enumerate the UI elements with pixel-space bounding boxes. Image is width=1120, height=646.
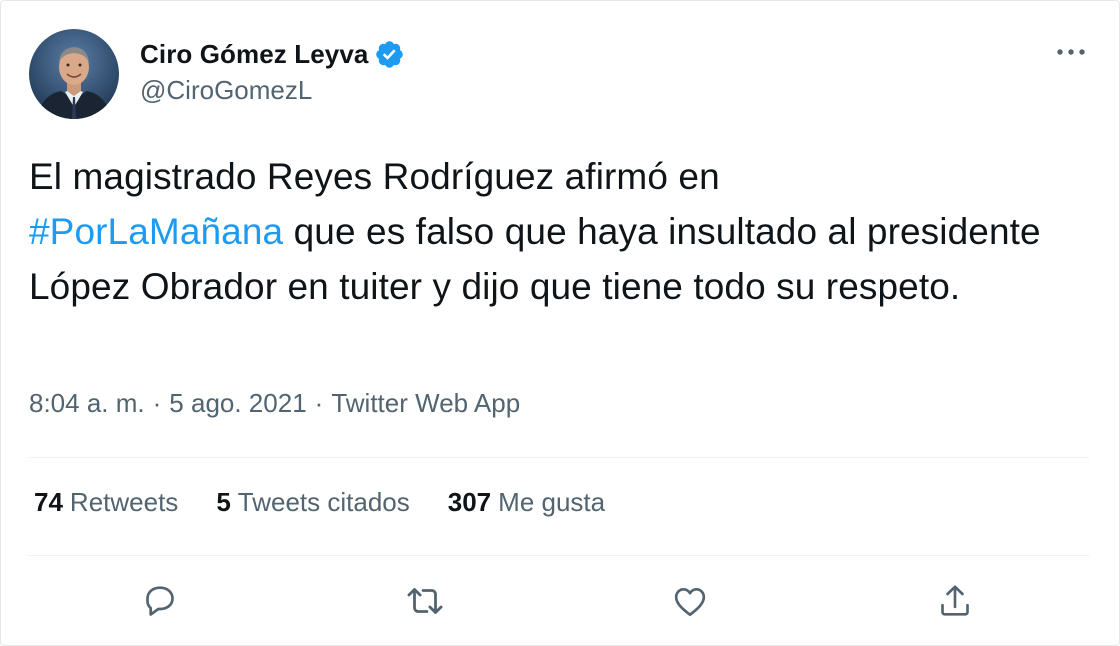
- tweet-time[interactable]: 8:04 a. m.: [29, 388, 145, 419]
- quotes-count: 5: [216, 487, 231, 517]
- display-name[interactable]: Ciro Gómez Leyva: [140, 39, 368, 70]
- verified-badge-icon: [374, 39, 405, 70]
- likes-count: 307: [447, 487, 492, 517]
- retweets-stat[interactable]: 74 Retweets: [34, 487, 178, 518]
- separator: ·: [152, 388, 162, 418]
- retweets-count: 74: [34, 487, 63, 517]
- separator: ·: [314, 388, 324, 418]
- tweet-text: El magistrado Reyes Rodríguez afirmó en #…: [29, 149, 1069, 314]
- tweet-text-part: El magistrado Reyes Rodríguez afirmó en: [29, 156, 720, 197]
- more-options-icon[interactable]: [1053, 37, 1089, 67]
- divider: [29, 555, 1089, 556]
- share-icon[interactable]: [930, 576, 980, 626]
- likes-stat[interactable]: 307 Me gusta: [448, 487, 605, 518]
- engagement-stats: 74 Retweets 5 Tweets citados 307 Me gust…: [34, 487, 643, 518]
- retweets-label: Retweets: [69, 487, 179, 517]
- tweet-metadata: 8:04 a. m. · 5 ago. 2021 · Twitter Web A…: [29, 388, 520, 419]
- action-bar: [1, 576, 1120, 626]
- tweet-date[interactable]: 5 ago. 2021: [169, 388, 306, 419]
- author-name-row[interactable]: Ciro Gómez Leyva: [140, 37, 405, 71]
- like-icon[interactable]: [665, 576, 715, 626]
- hashtag-link[interactable]: #PorLaMañana: [29, 211, 283, 252]
- avatar[interactable]: [29, 29, 119, 119]
- tweet-source[interactable]: Twitter Web App: [331, 388, 520, 419]
- likes-label: Me gusta: [498, 487, 606, 517]
- divider: [29, 457, 1089, 458]
- author-handle[interactable]: @CiroGomezL: [140, 75, 312, 106]
- quotes-stat[interactable]: 5 Tweets citados: [216, 487, 409, 518]
- quotes-label: Tweets citados: [237, 487, 410, 517]
- reply-icon[interactable]: [135, 576, 185, 626]
- retweet-icon[interactable]: [400, 576, 450, 626]
- tweet-card: Ciro Gómez Leyva @CiroGomezL El magistra…: [0, 0, 1120, 646]
- profile-photo-icon: [29, 29, 119, 119]
